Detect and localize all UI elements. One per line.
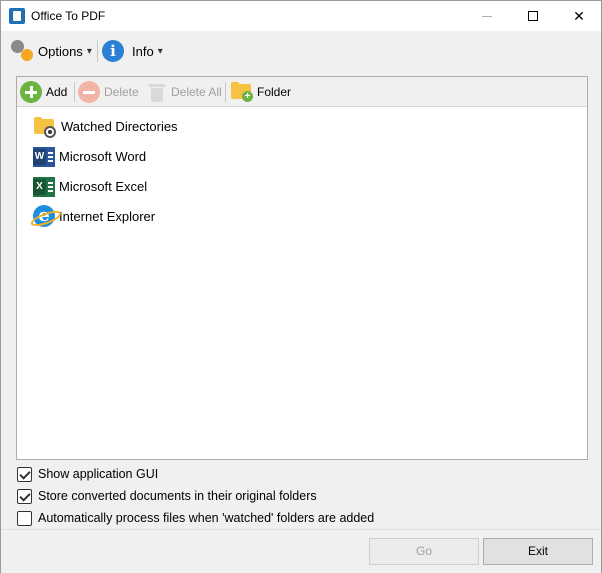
show-gui-label: Show application GUI — [38, 467, 159, 481]
excel-icon: X — [33, 177, 55, 197]
main-toolbar: Options ▾ i Info ▾ — [3, 34, 597, 68]
internet-explorer-icon: e — [33, 205, 55, 227]
tree-item-label: Microsoft Excel — [59, 178, 148, 194]
trash-icon — [149, 82, 165, 102]
options-menu-button[interactable]: Options ▾ — [9, 37, 97, 65]
info-icon: i — [102, 40, 124, 62]
add-icon — [20, 81, 42, 103]
add-folder-button[interactable]: + Folder — [230, 80, 291, 104]
chevron-down-icon: ▾ — [86, 45, 92, 57]
tree-item-label: Internet Explorer — [59, 208, 156, 224]
watched-tree: Watched Directories W Microsoft Word X M… — [33, 111, 178, 231]
folder-label: Folder — [257, 85, 292, 99]
list-toolbar: Add Delete Delete All + Folder — [17, 77, 587, 107]
add-button[interactable]: Add — [20, 80, 67, 104]
delete-label: Delete — [104, 85, 139, 99]
tree-item-label: Watched Directories — [61, 118, 178, 134]
folder-add-icon: + — [230, 81, 254, 103]
add-label: Add — [46, 85, 68, 99]
options-label: Options — [38, 43, 83, 59]
toolbar-separator — [97, 40, 98, 62]
watched-items-panel: Add Delete Delete All + Folder Watched D… — [16, 76, 588, 460]
store-original-folders-option[interactable]: Store converted documents in their origi… — [17, 485, 374, 507]
show-gui-option[interactable]: Show application GUI — [17, 463, 374, 485]
maximize-button[interactable] — [510, 1, 556, 31]
delete-all-label: Delete All — [171, 85, 222, 99]
window-title: Office To PDF — [31, 9, 106, 23]
gear-icon — [9, 39, 35, 63]
minimize-icon — [482, 16, 492, 17]
word-icon: W — [33, 147, 55, 167]
exit-button[interactable]: Exit — [483, 538, 593, 565]
watched-folder-icon — [33, 114, 57, 138]
list-toolbar-separator — [74, 82, 75, 102]
tree-item-watched-directories[interactable]: Watched Directories — [33, 111, 178, 141]
close-icon: ✕ — [573, 8, 585, 24]
tree-item-internet-explorer[interactable]: e Internet Explorer — [33, 201, 178, 231]
store-original-folders-checkbox[interactable] — [17, 488, 32, 504]
delete-all-button[interactable]: Delete All — [147, 80, 222, 104]
maximize-icon — [528, 11, 538, 21]
delete-icon — [78, 81, 100, 103]
minimize-button[interactable] — [464, 1, 510, 31]
app-icon — [9, 8, 25, 24]
auto-process-checkbox[interactable] — [17, 510, 32, 526]
store-original-folders-label: Store converted documents in their origi… — [38, 489, 317, 503]
delete-button[interactable]: Delete — [78, 80, 139, 104]
tree-item-label: Microsoft Word — [59, 148, 147, 164]
title-bar: Office To PDF ✕ — [1, 1, 601, 31]
auto-process-option[interactable]: Automatically process files when 'watche… — [17, 507, 374, 529]
close-button[interactable]: ✕ — [556, 1, 602, 31]
info-label: Info — [132, 43, 154, 59]
office-to-pdf-window: Office To PDF ✕ Options ▾ i Info ▾ Add D… — [0, 0, 602, 573]
button-bar: Go Exit — [1, 529, 601, 573]
tree-item-microsoft-word[interactable]: W Microsoft Word — [33, 141, 178, 171]
options-group: Show application GUI Store converted doc… — [17, 463, 374, 529]
show-gui-checkbox[interactable] — [17, 466, 32, 482]
info-menu-button[interactable]: i Info ▾ — [100, 37, 168, 65]
tree-item-microsoft-excel[interactable]: X Microsoft Excel — [33, 171, 178, 201]
go-button[interactable]: Go — [369, 538, 479, 565]
list-toolbar-separator — [225, 82, 226, 102]
auto-process-label: Automatically process files when 'watche… — [38, 511, 375, 525]
chevron-down-icon: ▾ — [157, 45, 163, 57]
